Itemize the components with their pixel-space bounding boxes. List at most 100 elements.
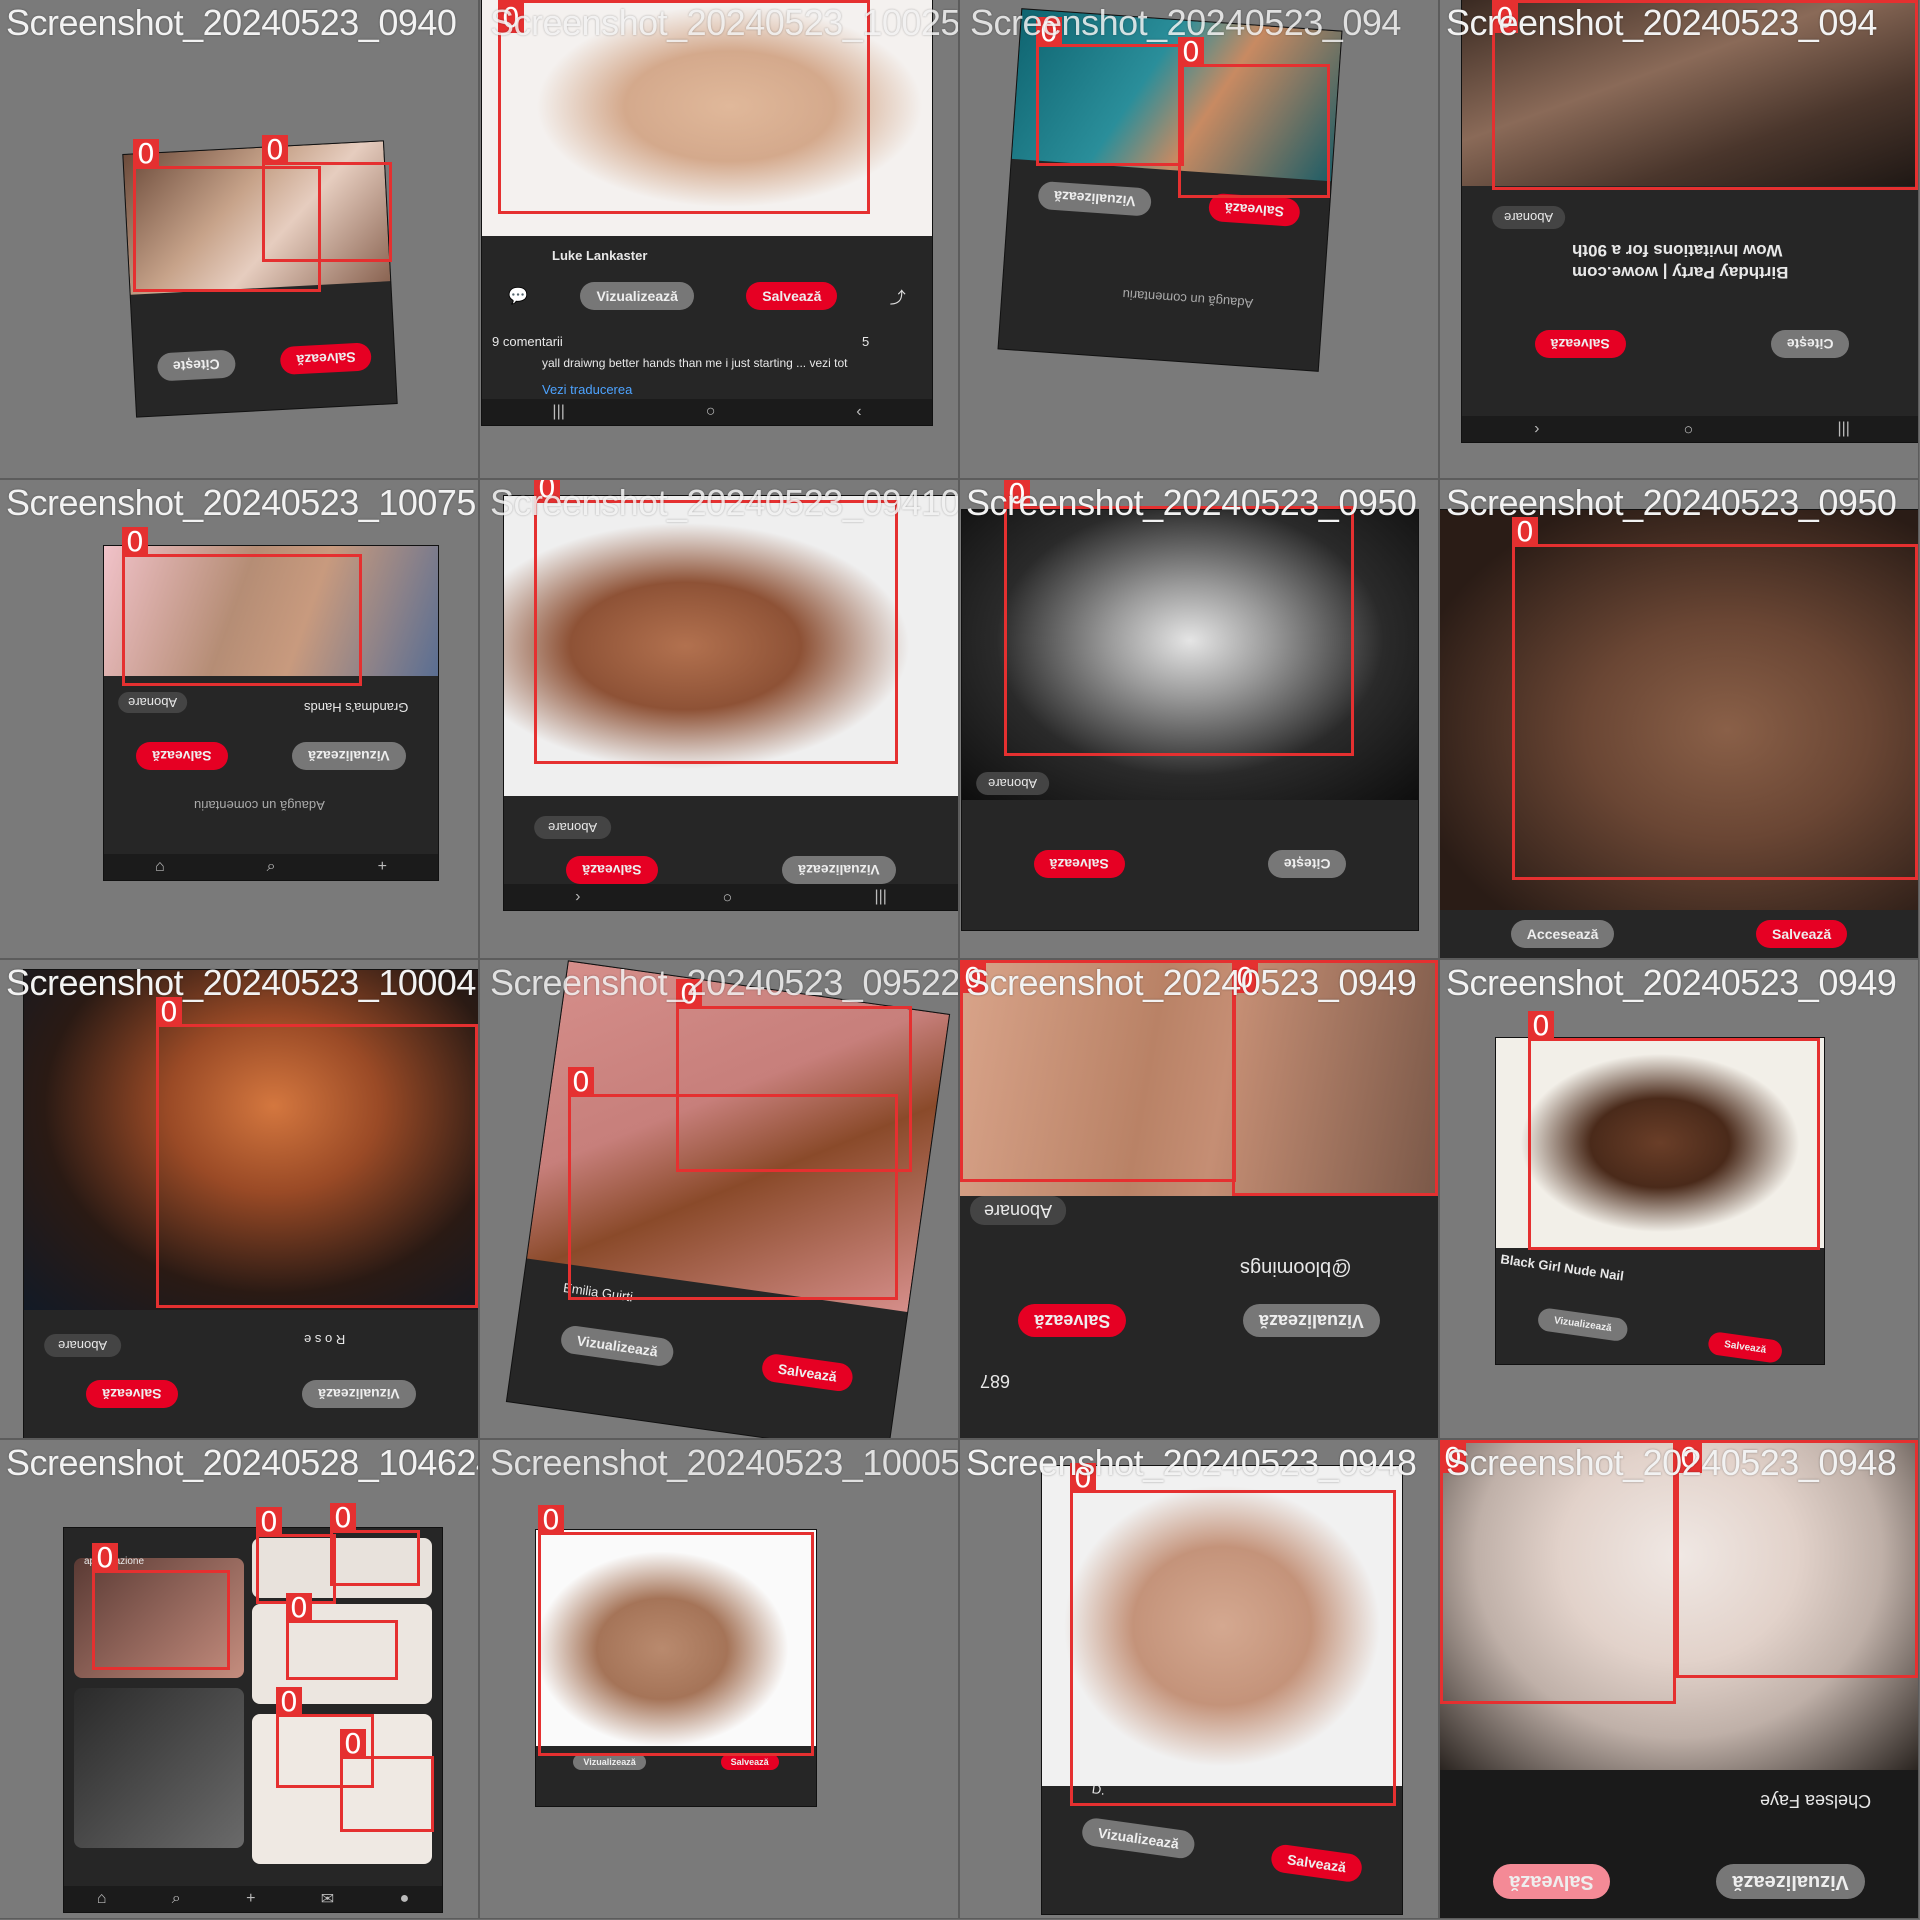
recent-apps-icon[interactable]: |||	[1837, 420, 1849, 438]
save-button[interactable]: Salvează	[746, 282, 838, 310]
detection-box: 0	[1512, 517, 1918, 880]
read-button[interactable]: Citește	[1770, 330, 1850, 358]
search-icon[interactable]: ⌕	[172, 1890, 181, 1908]
class-label: 0	[92, 1543, 118, 1573]
back-icon[interactable]: ‹	[575, 888, 580, 906]
share-icon[interactable]: ⤴	[890, 284, 906, 308]
follow-button[interactable]: Abonare	[534, 816, 612, 839]
save-button[interactable]: Salvează	[1018, 1304, 1127, 1337]
detection-box: 0	[330, 1503, 420, 1586]
tile-7: Screenshot_20240523_0950 Abonare Citește…	[959, 479, 1439, 959]
action-row: Vizualizează Salvează	[1042, 1811, 1402, 1889]
pin-title: Grandma's Hands	[304, 700, 409, 715]
class-label: 0	[340, 1729, 366, 1759]
class-label: 0	[330, 1503, 356, 1533]
save-button[interactable]: Salvează	[1756, 920, 1848, 948]
profile-icon[interactable]: ●	[400, 1890, 410, 1908]
home-icon[interactable]: ○	[706, 403, 716, 421]
pin-card[interactable]	[74, 1688, 244, 1848]
visit-button[interactable]: Vizualizează	[580, 282, 694, 310]
access-button[interactable]: Accesează	[1510, 920, 1615, 948]
detection-box: 0	[92, 1543, 230, 1670]
save-button[interactable]: Salvează	[1493, 1864, 1610, 1899]
android-nav-bar: ⌂ ⌕ +	[104, 854, 438, 880]
save-button[interactable]: Salvează	[279, 342, 373, 376]
visit-button[interactable]: Vizualizează	[573, 1754, 646, 1770]
save-button[interactable]: Salvează	[1033, 850, 1125, 878]
follow-button[interactable]: Abonare	[1492, 206, 1566, 229]
tile-6: Screenshot_20240523_094108_Pinterest.jpg…	[479, 479, 959, 959]
save-button[interactable]: Salvează	[86, 1380, 178, 1408]
visit-button[interactable]: Vizualizează	[782, 856, 896, 884]
tile-title: Screenshot_20240523_0948	[1446, 1442, 1897, 1483]
follow-button[interactable]: Abonare	[118, 692, 188, 713]
back-icon[interactable]: ‹	[856, 403, 861, 421]
tile-title: Screenshot_20240523_10075	[6, 482, 476, 523]
tile-title: Screenshot_20240523_0949	[966, 962, 1417, 1003]
visit-button[interactable]: Vizualizează	[559, 1324, 676, 1368]
class-label: 0	[276, 1687, 302, 1717]
add-icon[interactable]: +	[246, 1890, 255, 1908]
tile-4: Screenshot_20240523_094 Abonare Wow Invi…	[1439, 0, 1919, 479]
tile-title: Screenshot_20240523_100041	[6, 962, 478, 1003]
follow-button[interactable]: Abonare	[976, 772, 1050, 795]
action-row: Salvează Citește	[134, 341, 395, 383]
class-label: 0	[122, 527, 148, 557]
recent-apps-icon[interactable]: |||	[874, 888, 886, 906]
messages-icon[interactable]: ✉	[321, 1889, 334, 1909]
follow-button[interactable]: Abonare	[44, 1334, 122, 1357]
tile-14: Screenshot_20240523_100054_Pinterest.jpg…	[479, 1439, 959, 1919]
home-icon[interactable]: ○	[723, 888, 733, 906]
back-icon[interactable]: ‹	[1534, 420, 1539, 438]
home-icon[interactable]: ⌂	[97, 1890, 107, 1908]
home-icon[interactable]: ⌂	[155, 858, 165, 876]
detection-box: 0	[1070, 1463, 1396, 1806]
save-button[interactable]: Salvează	[760, 1352, 855, 1393]
class-label: 0	[256, 1507, 282, 1537]
visit-button[interactable]: Vizualizează	[1242, 1304, 1380, 1337]
follow-button[interactable]: Abonare	[970, 1196, 1067, 1225]
tile-title: Screenshot_20240528_104624	[6, 1442, 478, 1483]
see-translation-link[interactable]: Vezi traducerea	[542, 382, 632, 397]
visit-button[interactable]: Vizualizează	[1080, 1816, 1197, 1861]
save-button[interactable]: Salvează	[566, 856, 658, 884]
action-row: Vizualizează Salvează	[536, 1754, 816, 1770]
detection-box: 0	[568, 1067, 898, 1300]
tile-8: Screenshot_20240523_0950 Accesează Salve…	[1439, 479, 1919, 959]
action-row: Citește Salvează	[1462, 330, 1918, 358]
read-button[interactable]: Citește	[1267, 850, 1347, 878]
comment-icon[interactable]: 💬	[508, 286, 528, 306]
tile-13: Screenshot_20240528_104624 approvazione …	[0, 1439, 479, 1919]
visit-button[interactable]: Vizualizează	[1716, 1864, 1865, 1899]
detection-box: 0	[286, 1593, 398, 1680]
save-button[interactable]: Salvează	[1269, 1843, 1364, 1884]
author-name: R o s e	[304, 1332, 346, 1347]
class-label: 0	[538, 1505, 564, 1535]
mosaic-grid: Screenshot_20240523_0940 Salvează Citeșt…	[0, 0, 1920, 1920]
comment-count: 9 comentarii	[492, 334, 563, 349]
add-comment-field[interactable]: Adaugă un comentariu	[1122, 287, 1254, 311]
detection-box: 0	[1528, 1011, 1820, 1250]
visit-button[interactable]: Vizualizează	[1037, 180, 1153, 217]
detection-box: 0	[340, 1729, 434, 1832]
action-row: Accesează Salvează	[1440, 920, 1918, 948]
home-icon[interactable]: ○	[1684, 420, 1694, 438]
visit-button[interactable]: Vizualizează	[302, 1380, 416, 1408]
save-button[interactable]: Salvează	[1534, 330, 1626, 358]
search-icon[interactable]: ⌕	[267, 858, 276, 876]
android-nav-bar: ||| ○ ‹	[482, 399, 932, 425]
class-label: 0	[568, 1067, 594, 1097]
visit-button[interactable]: Vizualizează	[1536, 1306, 1629, 1343]
save-button[interactable]: Salvează	[1706, 1330, 1784, 1364]
visit-button[interactable]: Vizualizează	[292, 742, 406, 770]
read-button[interactable]: Citește	[156, 349, 237, 382]
save-button[interactable]: Salvează	[720, 1754, 779, 1770]
recent-apps-icon[interactable]: |||	[552, 403, 564, 421]
save-button[interactable]: Salvează	[136, 742, 228, 770]
android-nav-bar: ||| ○ ‹	[1462, 416, 1918, 442]
detection-box: 0	[1004, 480, 1354, 756]
tile-15: Screenshot_20240523_0948 D. Vizualizează…	[959, 1439, 1439, 1919]
add-icon[interactable]: +	[378, 858, 387, 876]
class-label: 0	[286, 1593, 312, 1623]
add-comment-field[interactable]: Adaugă un comentariu	[194, 798, 325, 813]
